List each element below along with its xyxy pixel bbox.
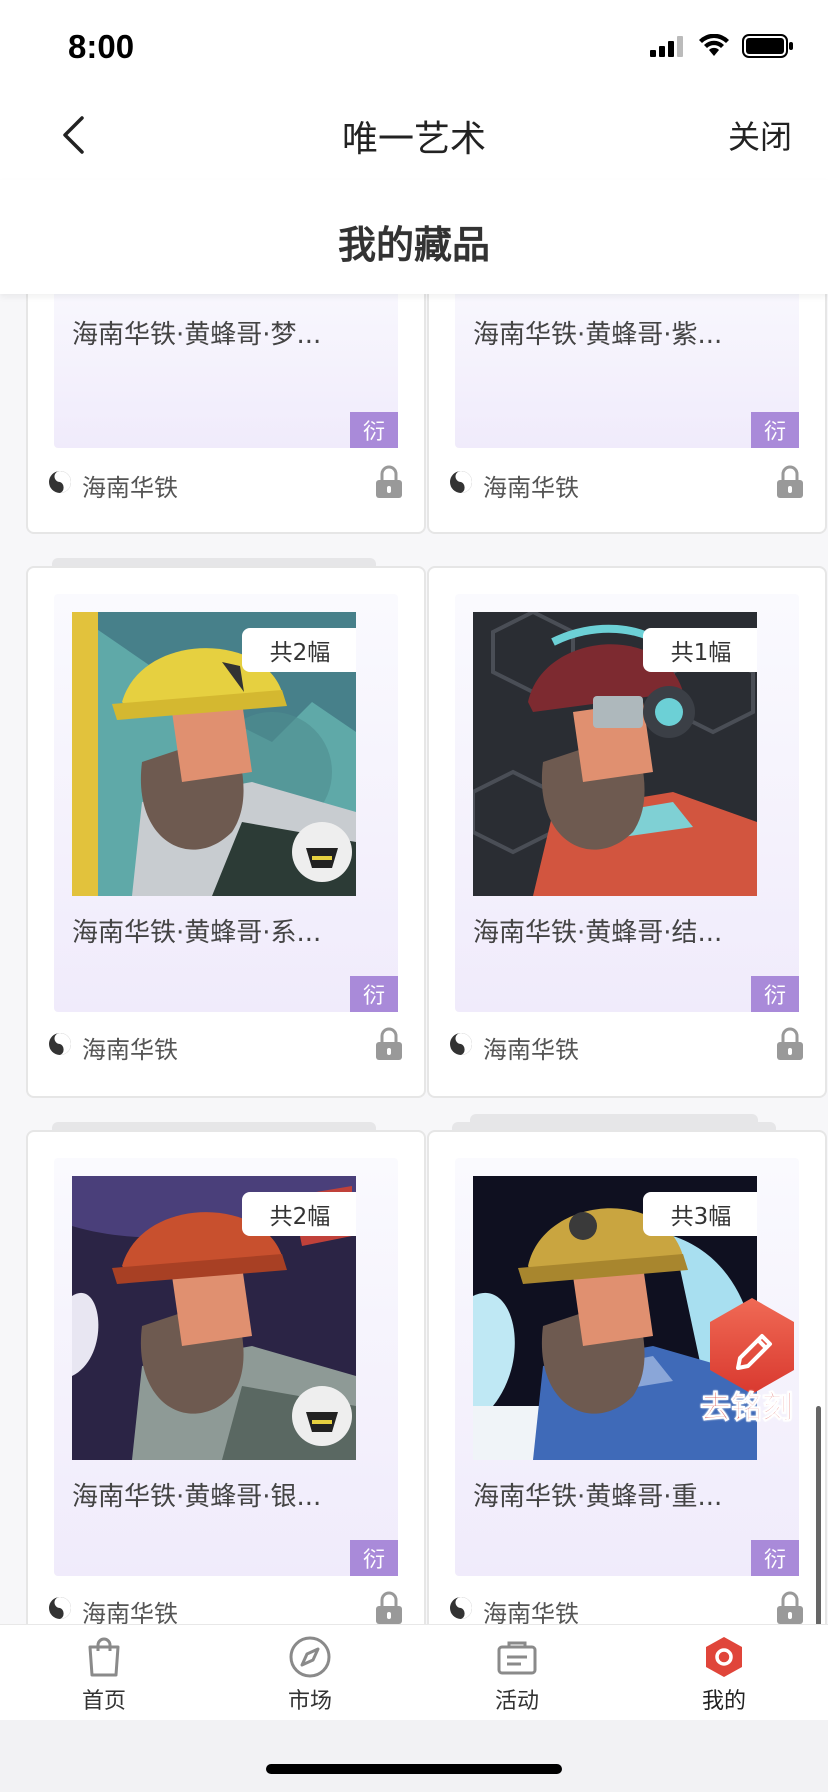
profile-hexagon-icon bbox=[706, 1637, 742, 1677]
lock-icon bbox=[376, 1027, 402, 1060]
sub-header: 我的藏品 bbox=[0, 180, 828, 294]
collection-card[interactable]: 共2幅 海南华铁·黄蜂哥·银... 衍 海南华铁 bbox=[26, 1130, 426, 1624]
issuer-logo-icon bbox=[49, 1033, 71, 1055]
collection-card[interactable]: 共2幅 海南华铁·黄蜂哥·系... 衍 海南华铁 bbox=[26, 566, 426, 1098]
artwork-image: 共1幅 bbox=[473, 612, 757, 896]
issuer-logo-icon bbox=[49, 471, 71, 493]
edition-count-badge: 共3幅 bbox=[643, 1192, 757, 1236]
lock-icon bbox=[376, 1591, 402, 1624]
cellular-signal-icon bbox=[650, 36, 683, 57]
derivative-tag: 衍 bbox=[751, 1540, 799, 1576]
card-title: 海南华铁·黄蜂哥·重... bbox=[473, 1482, 723, 1512]
wifi-icon bbox=[699, 34, 729, 56]
edition-count-badge: 共2幅 bbox=[242, 1192, 356, 1236]
card-title: 海南华铁·黄蜂哥·结... bbox=[473, 918, 723, 948]
nav-title: 唯一艺术 bbox=[341, 119, 486, 160]
close-button[interactable]: 关闭 bbox=[728, 112, 792, 158]
card-title: 海南华铁·黄蜂哥·梦... bbox=[72, 320, 322, 350]
issuer-name: 海南华铁 bbox=[483, 474, 579, 502]
derivative-tag: 衍 bbox=[350, 976, 398, 1012]
page-title: 我的藏品 bbox=[337, 223, 490, 267]
issuer-row: 海南华铁 bbox=[449, 464, 805, 504]
nav-bar: 唯一艺术 关闭 bbox=[0, 92, 828, 180]
tab-label: 我的 bbox=[701, 1689, 746, 1714]
tab-label: 首页 bbox=[81, 1689, 126, 1714]
edition-count-badge: 共2幅 bbox=[242, 628, 356, 672]
issuer-row: 海南华铁 bbox=[449, 1590, 805, 1624]
tab-home[interactable]: 首页 bbox=[44, 1633, 164, 1715]
lock-icon bbox=[777, 1027, 803, 1060]
status-time: 8:00 bbox=[68, 28, 135, 65]
issuer-name: 海南华铁 bbox=[483, 1600, 579, 1624]
engrave-floating-button[interactable]: 去铭刻 bbox=[700, 1294, 804, 1427]
tab-market[interactable]: 市场 bbox=[250, 1633, 370, 1715]
tab-label: 市场 bbox=[287, 1689, 332, 1714]
ticket-icon bbox=[497, 1641, 537, 1675]
engrave-label: 去铭刻 bbox=[700, 1390, 794, 1427]
issuer-name: 海南华铁 bbox=[82, 474, 178, 502]
status-icons bbox=[650, 34, 794, 58]
card-title: 海南华铁·黄蜂哥·紫... bbox=[473, 320, 723, 350]
collection-card[interactable]: 海南华铁·黄蜂哥·紫... 衍 海南华铁 bbox=[427, 294, 827, 534]
lock-icon bbox=[777, 465, 803, 498]
issuer-row: 海南华铁 bbox=[48, 1026, 404, 1066]
home-indicator bbox=[266, 1764, 562, 1774]
derivative-tag: 衍 bbox=[751, 976, 799, 1012]
collection-card[interactable]: 共1幅 海南华铁·黄蜂哥·结... 衍 海南华铁 bbox=[427, 566, 827, 1098]
status-bar: 8:00 bbox=[0, 0, 828, 92]
compass-icon bbox=[289, 1636, 331, 1678]
artwork-image: 共2幅 bbox=[72, 612, 356, 896]
scrollbar[interactable] bbox=[816, 1406, 821, 1626]
derivative-tag: 衍 bbox=[751, 412, 799, 448]
issuer-name: 海南华铁 bbox=[483, 1036, 579, 1064]
battery-icon bbox=[742, 34, 793, 58]
artwork-image: 共2幅 bbox=[72, 1176, 356, 1460]
bag-icon bbox=[88, 1637, 120, 1677]
issuer-logo-icon bbox=[49, 1597, 71, 1619]
tab-activity[interactable]: 活动 bbox=[457, 1633, 577, 1715]
issuer-row: 海南华铁 bbox=[48, 1590, 404, 1624]
issuer-row: 海南华铁 bbox=[48, 464, 404, 504]
collection-card[interactable]: 海南华铁·黄蜂哥·梦... 衍 海南华铁 bbox=[26, 294, 426, 534]
derivative-tag: 衍 bbox=[350, 412, 398, 448]
issuer-name: 海南华铁 bbox=[82, 1600, 178, 1624]
home-indicator-area bbox=[0, 1720, 828, 1792]
bottom-tab-bar: 首页 市场 活动 我的 bbox=[0, 1624, 828, 1721]
card-title: 海南华铁·黄蜂哥·银... bbox=[72, 1482, 322, 1512]
lock-icon bbox=[376, 465, 402, 498]
issuer-row: 海南华铁 bbox=[449, 1026, 805, 1066]
issuer-logo-icon bbox=[450, 471, 472, 493]
issuer-name: 海南华铁 bbox=[82, 1036, 178, 1064]
edition-count-badge: 共1幅 bbox=[643, 628, 757, 672]
lock-icon bbox=[777, 1591, 803, 1624]
card-title: 海南华铁·黄蜂哥·系... bbox=[72, 918, 322, 948]
issuer-logo-icon bbox=[450, 1033, 472, 1055]
derivative-tag: 衍 bbox=[350, 1540, 398, 1576]
tab-mine[interactable]: 我的 bbox=[664, 1633, 784, 1715]
issuer-logo-icon bbox=[450, 1597, 472, 1619]
tab-label: 活动 bbox=[494, 1689, 539, 1714]
